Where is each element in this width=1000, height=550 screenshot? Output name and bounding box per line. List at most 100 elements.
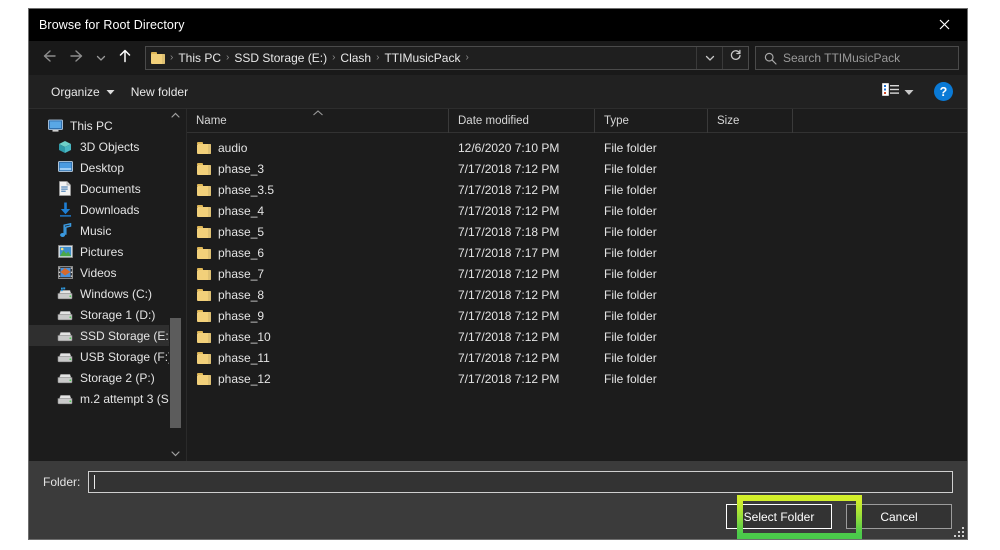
help-icon: ?	[939, 84, 948, 99]
sidebar-item-label: SSD Storage (E:)	[80, 328, 169, 343]
file-name: phase_12	[218, 371, 271, 386]
scroll-down-button[interactable]	[171, 447, 180, 461]
column-header-name[interactable]: Name	[187, 108, 449, 133]
cell-type: File folder	[604, 329, 657, 344]
breadcrumb-item-1[interactable]: SSD Storage (E:)	[230, 47, 331, 69]
cell-type: File folder	[604, 350, 657, 365]
sidebar-item-label: Music	[80, 223, 112, 238]
os-drive-icon	[57, 286, 73, 302]
new-folder-button[interactable]: New folder	[123, 81, 196, 103]
select-folder-button[interactable]: Select Folder	[726, 504, 832, 529]
chevron-down-icon[interactable]	[904, 83, 914, 101]
pictures-icon	[57, 244, 73, 260]
breadcrumb-separator-4[interactable]: ›	[464, 47, 469, 69]
address-history-button[interactable]	[696, 47, 722, 69]
file-name: phase_10	[218, 329, 271, 344]
address-bar-actions	[696, 47, 748, 69]
folder-input[interactable]	[88, 471, 953, 493]
sidebar-item-ssd-storage-e[interactable]: SSD Storage (E:)	[29, 325, 169, 346]
dialog-buttons: Select Folder Cancel	[43, 504, 953, 529]
sidebar-item-this-pc[interactable]: This PC	[29, 115, 169, 136]
sidebar-item-storage-2-p[interactable]: Storage 2 (P:)	[29, 367, 169, 388]
sidebar-item-label: This PC	[70, 118, 113, 133]
table-row[interactable]: phase_3.5 7/17/2018 7:12 PM File folder	[187, 179, 967, 200]
cell-type: File folder	[604, 371, 657, 386]
sidebar-item-label: Desktop	[80, 160, 125, 175]
command-bar: Organize New folder ?	[29, 75, 967, 109]
sidebar-item-label: Pictures	[80, 244, 124, 259]
scroll-up-button[interactable]	[171, 109, 180, 123]
sidebar-item-downloads[interactable]: Downloads	[29, 199, 169, 220]
sidebar-item-videos[interactable]: Videos	[29, 262, 169, 283]
sidebar-item-usb-storage-f[interactable]: USB Storage (F:)	[29, 346, 169, 367]
table-row[interactable]: phase_10 7/17/2018 7:12 PM File folder	[187, 326, 967, 347]
recent-locations-button[interactable]	[91, 44, 111, 72]
organize-button[interactable]: Organize	[43, 81, 123, 103]
cell-date-modified: 7/17/2018 7:12 PM	[458, 329, 560, 344]
folder-icon	[197, 246, 211, 259]
sidebar-item-music[interactable]: Music	[29, 220, 169, 241]
resize-grip-icon[interactable]	[953, 526, 964, 537]
sidebar-item-label: Storage 2 (P:)	[80, 370, 155, 385]
help-button[interactable]: ?	[934, 82, 953, 101]
table-row[interactable]: phase_3 7/17/2018 7:12 PM File folder	[187, 158, 967, 179]
sidebar-item-desktop[interactable]: Desktop	[29, 157, 169, 178]
column-header-label: Size	[717, 114, 740, 127]
sidebar-item-m2-attempt-3[interactable]: m.2 attempt 3 (S	[29, 388, 169, 409]
breadcrumb-item-0[interactable]: This PC	[174, 47, 225, 69]
sidebar-item-windows-c[interactable]: Windows (C:)	[29, 283, 169, 304]
refresh-button[interactable]	[722, 47, 748, 69]
search-icon	[764, 52, 777, 65]
cell-name: phase_7	[187, 267, 449, 281]
table-row[interactable]: phase_8 7/17/2018 7:12 PM File folder	[187, 284, 967, 305]
table-row[interactable]: phase_7 7/17/2018 7:12 PM File folder	[187, 263, 967, 284]
file-name: phase_3	[218, 161, 265, 176]
refresh-icon	[729, 49, 742, 67]
dialog-body: This PC 3D Objects Desktop Documents Dow…	[29, 108, 967, 461]
drive-icon	[57, 349, 73, 365]
column-header-size[interactable]: Size	[708, 108, 793, 133]
select-folder-label: Select Folder	[743, 509, 815, 524]
breadcrumb-item-2[interactable]: Clash	[336, 47, 375, 69]
up-button[interactable]	[111, 44, 139, 72]
sidebar-item-storage-1-d[interactable]: Storage 1 (D:)	[29, 304, 169, 325]
sidebar-item-label: USB Storage (F:)	[80, 349, 169, 364]
view-layout-button[interactable]	[876, 81, 920, 103]
table-row[interactable]: audio 12/6/2020 7:10 PM File folder	[187, 137, 967, 158]
column-header-type[interactable]: Type	[595, 108, 708, 133]
cell-type: File folder	[604, 140, 657, 155]
file-name: audio	[218, 140, 248, 155]
back-button[interactable]	[35, 44, 63, 72]
file-name: phase_9	[218, 308, 265, 323]
column-header-label: Date modified	[458, 114, 529, 127]
cancel-button[interactable]: Cancel	[846, 504, 952, 529]
file-name: phase_5	[218, 224, 265, 239]
sidebar-item-label: Downloads	[80, 202, 140, 217]
table-row[interactable]: phase_12 7/17/2018 7:12 PM File folder	[187, 368, 967, 389]
table-row[interactable]: phase_9 7/17/2018 7:12 PM File folder	[187, 305, 967, 326]
forward-button[interactable]	[63, 44, 91, 72]
arrow-left-icon	[41, 49, 57, 68]
table-row[interactable]: phase_11 7/17/2018 7:12 PM File folder	[187, 347, 967, 368]
navigation-pane-scrollbar[interactable]	[169, 109, 182, 461]
cell-date-modified: 7/17/2018 7:12 PM	[458, 371, 560, 386]
text-caret	[94, 475, 96, 489]
column-header-date-modified[interactable]: Date modified	[449, 108, 595, 133]
close-button[interactable]	[921, 9, 967, 40]
sidebar-item-3d-objects[interactable]: 3D Objects	[29, 136, 169, 157]
sidebar-item-pictures[interactable]: Pictures	[29, 241, 169, 262]
search-box[interactable]: Search TTIMusicPack	[755, 46, 959, 70]
scrollbar-track[interactable]	[170, 123, 181, 447]
address-bar[interactable]: › This PC › SSD Storage (E:) › Clash › T…	[145, 46, 749, 70]
table-row[interactable]: phase_6 7/17/2018 7:17 PM File folder	[187, 242, 967, 263]
browse-for-folder-dialog: Browse for Root Directory › This PC › SS…	[28, 8, 968, 540]
table-row[interactable]: phase_5 7/17/2018 7:18 PM File folder	[187, 221, 967, 242]
dialog-footer: Folder: Select Folder Cancel	[29, 461, 967, 539]
cell-type: File folder	[604, 161, 657, 176]
sidebar-item-documents[interactable]: Documents	[29, 178, 169, 199]
breadcrumb-item-3[interactable]: TTIMusicPack	[380, 47, 464, 69]
cell-name: phase_4	[187, 204, 449, 218]
cell-date-modified: 12/6/2020 7:10 PM	[458, 140, 560, 155]
table-row[interactable]: phase_4 7/17/2018 7:12 PM File folder	[187, 200, 967, 221]
scrollbar-thumb[interactable]	[170, 318, 181, 428]
